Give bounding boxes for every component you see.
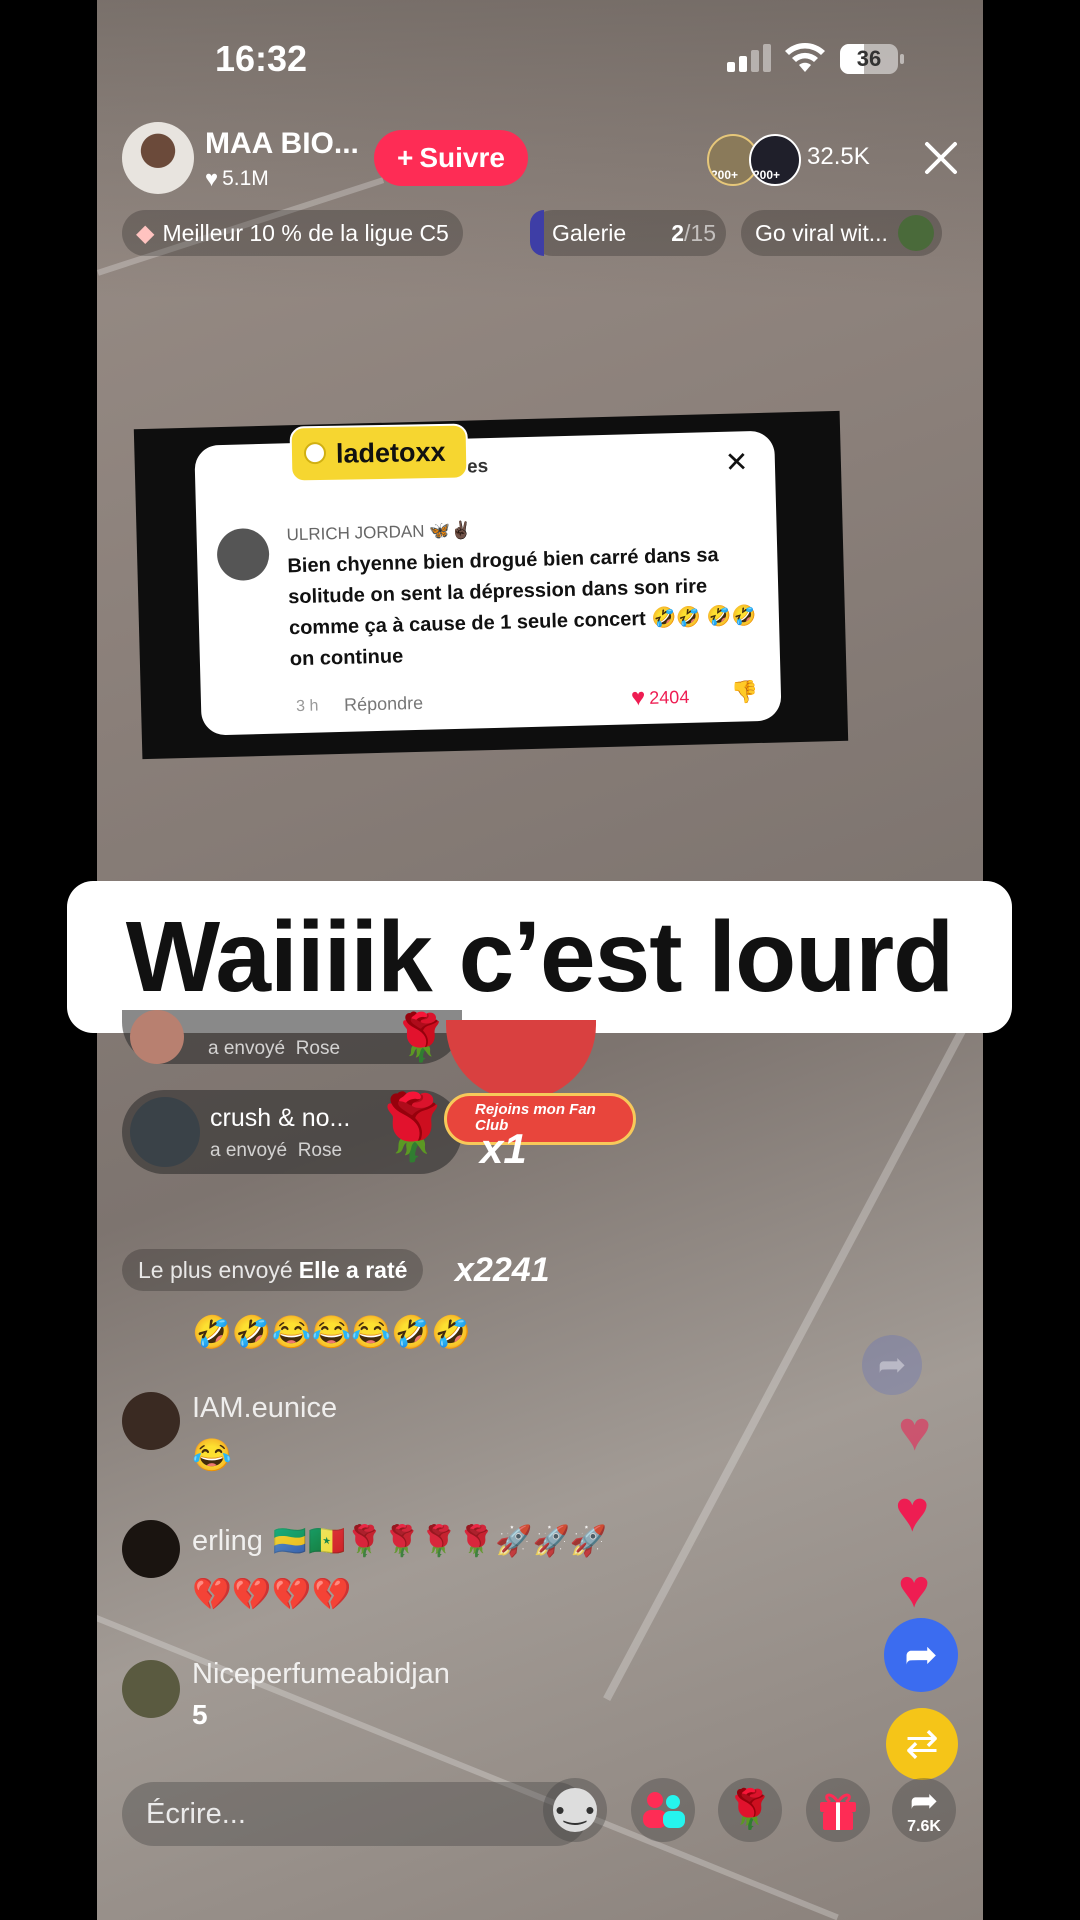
most-sent-banner: Le plus envoyé Elle a raté	[122, 1249, 424, 1291]
battery-cap	[900, 54, 904, 64]
gallery-progress	[530, 210, 544, 256]
emoji-icon[interactable]: •‿•	[543, 1778, 607, 1842]
gift-notification: a envoyé Rose 🌹	[122, 1010, 462, 1064]
comment-input[interactable]: Écrire...	[122, 1782, 588, 1846]
gift-notification: crush & no... a envoyé Rose 🌹	[122, 1090, 462, 1174]
comment-time: 3 h	[295, 697, 319, 716]
close-icon[interactable]	[921, 138, 961, 183]
comment-panel: ommentaires ✕ ULRICH JORDAN 🦋✌🏿 Bien chy…	[194, 430, 782, 736]
comment-like-count: 2404	[648, 686, 690, 708]
chat-username[interactable]: erling	[192, 1525, 263, 1558]
comment-screenshot: ommentaires ✕ ULRICH JORDAN 🦋✌🏿 Bien chy…	[133, 410, 849, 760]
gift-action: a envoyé Rose	[208, 1038, 341, 1059]
most-sent-label: Le plus envoyé	[138, 1256, 293, 1283]
floating-heart-icon: ♥	[898, 1559, 931, 1619]
gallery-total: /15	[684, 219, 716, 246]
tag-label: ladetoxx	[335, 436, 446, 469]
battery-level: 36	[856, 46, 882, 71]
chat-user-emojis: 🇬🇦🇸🇳🌹🌹🌹🌹🚀🚀🚀	[271, 1525, 608, 1558]
gifter-name: crush & no...	[210, 1104, 351, 1132]
close-icon: ✕	[724, 446, 749, 478]
share-icon[interactable]: ➦	[884, 1618, 958, 1692]
battery-icon: 36	[840, 44, 898, 74]
gallery-current: 2	[671, 219, 685, 246]
tag-hole-icon	[303, 441, 327, 465]
signal-icon	[725, 44, 771, 79]
chat-message: 😂	[192, 1437, 232, 1473]
viewer-badge: 200+	[711, 168, 739, 182]
share-arrow-icon: ➦	[909, 1782, 939, 1820]
heart-icon: ♥	[205, 166, 219, 191]
sticker-tag: ladetoxx	[289, 423, 469, 483]
chat-username[interactable]: Niceperfumeabidjan	[192, 1658, 450, 1691]
gallery-label: Galerie	[552, 219, 627, 246]
host-name[interactable]: MAA BIO...	[205, 127, 359, 161]
chat-message: 5	[192, 1699, 208, 1730]
commenter-emojis: 🦋✌🏿	[428, 520, 472, 541]
commenter-row: ULRICH JORDAN 🦋✌🏿	[286, 520, 471, 545]
faded-share-icon: ➦	[862, 1335, 922, 1395]
chat-avatar[interactable]	[122, 1520, 180, 1578]
gift-icon[interactable]	[806, 1778, 870, 1842]
guests-icon[interactable]	[631, 1778, 695, 1842]
host-likes-count: 5.1M	[222, 167, 269, 190]
repost-icon[interactable]: ⇄	[886, 1708, 958, 1780]
comment-reply: Répondre	[343, 692, 424, 715]
gifter-avatar	[130, 1097, 200, 1167]
commenter-avatar	[216, 527, 270, 582]
rose-icon: 🌹	[372, 1091, 452, 1163]
chat-message: 🤣🤣😂😂😂🤣🤣	[192, 1314, 471, 1350]
fan-club-button[interactable]: Rejoins mon Fan Club	[444, 1093, 636, 1145]
commenter-name: ULRICH JORDAN	[286, 521, 425, 545]
plus-icon: +	[397, 142, 414, 173]
floating-heart-icon: ♥	[898, 1399, 932, 1462]
chat-user-row: erling 🇬🇦🇸🇳🌹🌹🌹🌹🚀🚀🚀	[192, 1524, 607, 1559]
chat-message: 💔💔💔💔	[192, 1576, 352, 1612]
rose-gift-icon[interactable]: 🌹	[718, 1778, 782, 1842]
dislike-icon: 👎	[730, 679, 759, 705]
share-button[interactable]: ➦ 7.6K	[892, 1778, 956, 1842]
rose-icon: 🌹	[392, 1011, 450, 1063]
gift-action: a envoyé Rose	[210, 1140, 343, 1161]
gallery-chip[interactable]: Galerie 2 /15	[530, 210, 726, 256]
league-chip[interactable]: ◆ Meilleur 10 % de la ligue C5	[122, 210, 463, 256]
comment-text: Bien chyenne bien drogué bien carré dans…	[287, 544, 757, 671]
comment-placeholder: Écrire...	[146, 1797, 246, 1830]
top-viewer-avatar[interactable]: 200+	[749, 134, 801, 186]
host-likes: ♥ 5.1M	[205, 166, 269, 192]
heart-icon: ♥	[630, 684, 646, 712]
wifi-icon	[784, 42, 826, 79]
gifter-avatar	[130, 1010, 184, 1064]
share-count: 7.6K	[907, 1818, 941, 1835]
promo-chip[interactable]: Go viral wit...	[741, 210, 942, 256]
league-label: Meilleur 10 % de la ligue C5	[162, 219, 449, 246]
diamond-icon: ◆	[136, 219, 155, 247]
gift-multiplier: x1	[480, 1125, 527, 1172]
follow-label: Suivre	[419, 142, 505, 173]
chat-avatar[interactable]	[122, 1392, 180, 1450]
viewer-badge: 200+	[753, 168, 781, 182]
host-avatar[interactable]	[122, 122, 194, 194]
comment-likes: ♥ 2404	[631, 683, 690, 713]
most-sent-count: x2241	[455, 1251, 550, 1289]
caption-text: Waiiiik c’est lourd	[125, 900, 954, 1013]
viewer-count[interactable]: 32.5K	[807, 143, 870, 171]
promo-label: Go viral wit...	[755, 219, 888, 246]
chat-username[interactable]: IAM.eunice	[192, 1392, 337, 1425]
most-sent-value: Elle a raté	[298, 1256, 408, 1283]
deer-icon	[897, 215, 934, 251]
status-time: 16:32	[215, 38, 308, 79]
floating-heart-icon: ♥	[895, 1479, 930, 1544]
follow-button[interactable]: + Suivre	[374, 130, 528, 186]
chat-avatar[interactable]	[122, 1660, 180, 1718]
